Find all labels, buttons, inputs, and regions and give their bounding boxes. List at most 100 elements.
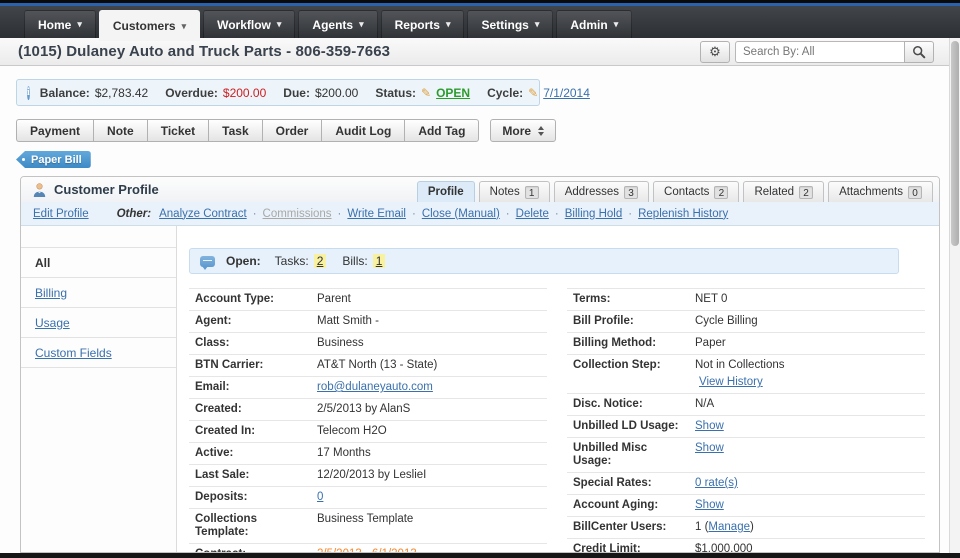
field-value: Cycle Billing — [695, 315, 758, 328]
nav-tab-admin[interactable]: Admin ▾ — [556, 10, 633, 38]
order-button[interactable]: Order — [261, 119, 322, 142]
field-label: Account Type: — [195, 293, 275, 305]
sidebar-item-custom-fields[interactable]: Custom Fields — [21, 338, 176, 368]
link-view-history[interactable]: View History — [699, 376, 784, 389]
field-row-deposits: Deposits: 0 — [189, 487, 547, 509]
nav-tab-workflow[interactable]: Workflow ▾ — [203, 10, 296, 38]
cycle-field: Cycle: ✎ 7/1/2014 — [487, 86, 590, 100]
field-value-text: NET 0 — [695, 293, 728, 305]
add-tag-button[interactable]: Add Tag — [404, 119, 480, 142]
field-label: Unbilled LD Usage: — [573, 420, 679, 432]
nav-tab-label: Agents — [312, 17, 354, 32]
field-value: Telecom H2O — [317, 425, 387, 438]
chevron-down-icon: ▾ — [534, 19, 540, 29]
link-billing-hold[interactable]: Billing Hold — [565, 208, 623, 220]
tab-addresses[interactable]: Addresses 3 — [553, 181, 650, 202]
field-row-account-aging: Account Aging: Show — [567, 495, 925, 517]
sidebar-item-all[interactable]: All — [21, 248, 176, 278]
more-button[interactable]: More — [490, 119, 557, 142]
up-down-arrows-icon — [538, 125, 545, 136]
cycle-value-link[interactable]: 7/1/2014 — [543, 86, 590, 100]
note-button[interactable]: Note — [93, 119, 147, 142]
nav-tab-agents[interactable]: Agents ▾ — [298, 10, 378, 38]
search-submit-button[interactable] — [904, 40, 934, 63]
status-value-link[interactable]: OPEN — [436, 86, 470, 100]
field-row-account-type: Account Type: Parent — [189, 289, 547, 311]
vertical-scrollbar[interactable] — [949, 38, 960, 553]
tab-label: Profile — [427, 186, 464, 198]
nav-tab-customers[interactable]: Customers ▾ — [98, 10, 201, 41]
field-link-account-aging[interactable]: Show — [695, 499, 724, 511]
nav-tab-settings[interactable]: Settings ▾ — [467, 10, 554, 38]
field-row-contract: Contract:2/5/2013 - 6/1/2013 — [189, 544, 547, 552]
field-value-text: ) — [749, 521, 754, 533]
tab-profile[interactable]: Profile — [416, 181, 475, 202]
field-value-text: $1,000,000 — [695, 543, 753, 553]
field-value: Show — [695, 442, 724, 455]
field-row-terms: Terms: NET 0 — [567, 289, 925, 311]
field-value: Parent — [317, 293, 351, 306]
open-count-link[interactable]: 1 — [372, 254, 386, 268]
field-link-unbilled-ld-usage[interactable]: Show — [695, 420, 724, 432]
nav-tab-label: Admin — [570, 17, 608, 32]
field-label: Account Aging: — [573, 499, 659, 511]
due-field: Due: $200.00 — [283, 86, 358, 100]
tab-contacts[interactable]: Contacts 2 — [653, 181, 740, 202]
sidebar-spacer — [21, 226, 176, 248]
top-navigation-bar: Home ▾ Customers ▾ Workflow ▾ Agents ▾ Reports ▾ S… — [0, 0, 960, 41]
ticket-button[interactable]: Ticket — [146, 119, 209, 142]
tab-label: Contacts — [664, 186, 710, 198]
customer-title-bar: (1015) Dulaney Auto and Truck Parts - 80… — [0, 38, 960, 66]
open-count-link[interactable]: 2 — [313, 254, 327, 268]
link-manage[interactable]: Manage — [708, 521, 750, 533]
tab-attachments[interactable]: Attachments 0 — [828, 181, 933, 202]
field-value-text: 1 ( — [695, 521, 709, 533]
field-row-created: Created: 2/5/2013 by AlanS — [189, 399, 547, 421]
edit-profile-link[interactable]: Edit Profile — [33, 208, 89, 220]
payment-button[interactable]: Payment — [16, 119, 94, 142]
edit-status-pencil-icon[interactable]: ✎ — [421, 86, 431, 100]
task-button[interactable]: Task — [208, 119, 262, 142]
field-value: Matt Smith - — [317, 315, 379, 328]
chevron-down-icon: ▾ — [276, 19, 282, 29]
field-value: $1,000,000 — [695, 543, 753, 553]
scrollbar-thumb[interactable] — [951, 41, 959, 246]
link-close-manual[interactable]: Close (Manual) — [422, 208, 500, 220]
link-replenish-history[interactable]: Replenish History — [638, 208, 728, 220]
separator-dot: · — [252, 207, 257, 220]
field-value-text: 2/5/2013 by AlanS — [317, 403, 411, 415]
profile-sidebar: All Billing Usage Custom Fields — [21, 226, 177, 552]
field-row-email: Email: rob@dulaneyauto.com — [189, 377, 547, 399]
field-link-special-rates[interactable]: 0 rate(s) — [695, 477, 738, 489]
edit-cycle-pencil-icon[interactable]: ✎ — [528, 86, 538, 100]
search-settings-button[interactable]: ⚙ — [700, 40, 730, 63]
field-label: Created: — [195, 403, 242, 415]
chevron-down-icon: ▾ — [181, 20, 187, 31]
field-row-disc-notice: Disc. Notice: N/A — [567, 394, 925, 416]
field-link-unbilled-misc-usage[interactable]: Show — [695, 442, 724, 454]
field-label: Active: — [195, 447, 234, 459]
sidebar-item-usage[interactable]: Usage — [21, 308, 176, 338]
open-items: Tasks: 2 Bills: 1 — [275, 254, 402, 268]
search-input[interactable] — [735, 40, 905, 63]
tab-count-badge: 0 — [908, 185, 922, 199]
tab-label: Addresses — [564, 186, 620, 198]
link-delete[interactable]: Delete — [516, 208, 549, 220]
tab-notes[interactable]: Notes 1 — [478, 181, 550, 202]
link-analyze-contract[interactable]: Analyze Contract — [159, 208, 247, 220]
tab-related[interactable]: Related 2 — [743, 181, 825, 202]
link-write-email[interactable]: Write Email — [347, 208, 406, 220]
nav-tab-home[interactable]: Home ▾ — [24, 10, 96, 38]
field-link-deposits[interactable]: 0 — [317, 491, 323, 503]
sidebar-item-billing[interactable]: Billing — [21, 278, 176, 308]
audit-log-button[interactable]: Audit Log — [321, 119, 405, 142]
nav-tab-label: Reports — [394, 17, 440, 32]
field-value: 2/5/2013 by AlanS — [317, 403, 410, 416]
balance-value: $2,783.42 — [94, 85, 149, 100]
nav-tab-reports[interactable]: Reports ▾ — [380, 10, 465, 38]
field-link-email[interactable]: rob@dulaneyauto.com — [317, 381, 433, 393]
field-value-text: Business Template — [317, 513, 414, 525]
field-value: Show — [695, 420, 724, 433]
field-label: Disc. Notice: — [573, 398, 643, 410]
tag-paper-bill[interactable]: Paper Bill — [16, 151, 91, 168]
